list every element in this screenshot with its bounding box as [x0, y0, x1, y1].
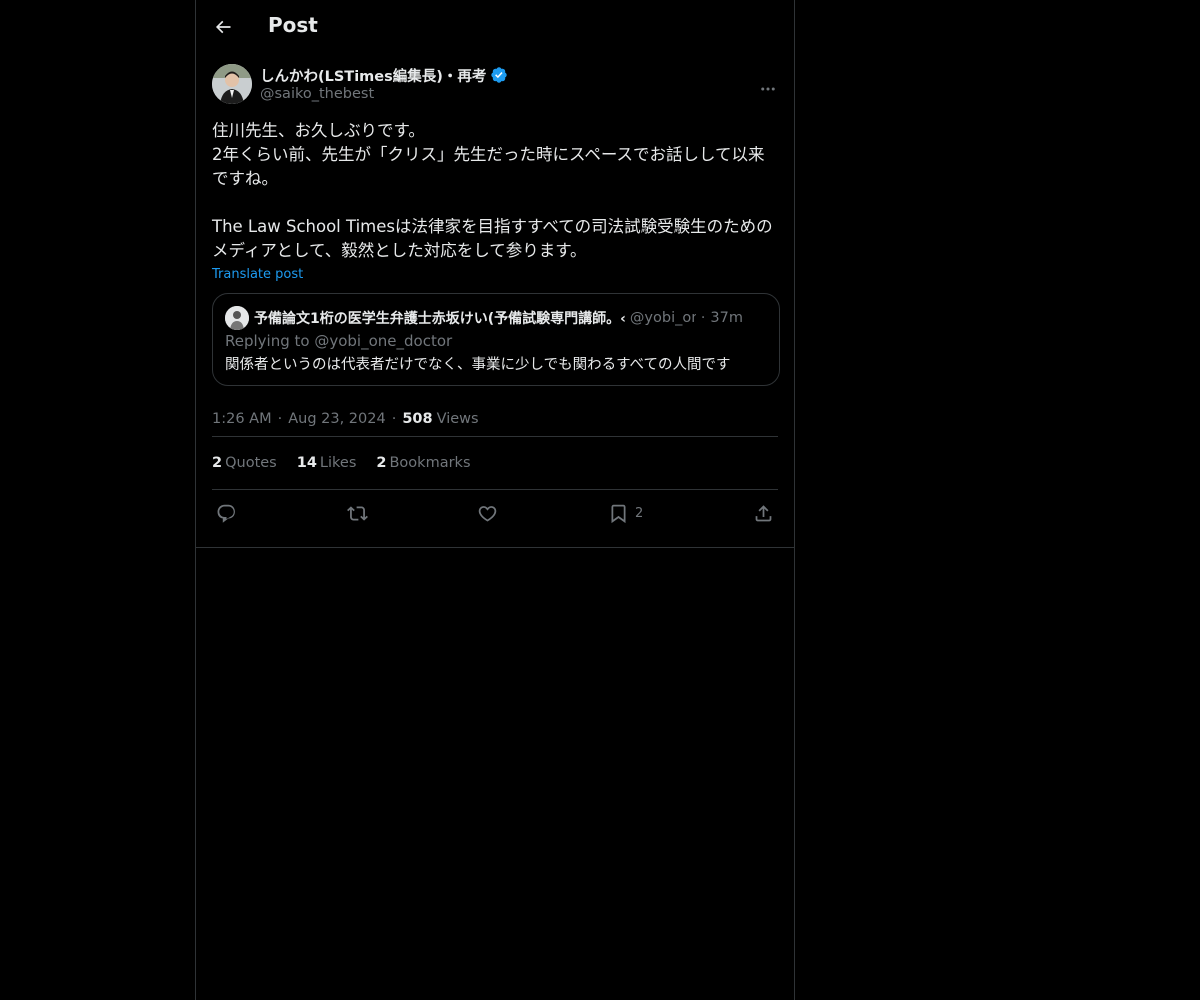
post-meta: 1:26 AM · Aug 23, 2024 · 508 Views: [212, 402, 778, 436]
more-dots-icon: [761, 87, 775, 91]
reply-button[interactable]: [216, 503, 237, 524]
quoted-post[interactable]: 予備論文1桁の医学生弁護士赤坂けい(予備試験専門講師。‹ @yobi_one_d…: [212, 293, 780, 386]
author-row: しんかわ(LSTimes編集長)・再考 @saiko_thebest: [212, 64, 778, 108]
author-display-name[interactable]: しんかわ(LSTimes編集長)・再考: [260, 65, 486, 86]
likes-label: Likes: [319, 455, 357, 471]
author-avatar[interactable]: [212, 64, 252, 104]
author-handle[interactable]: @saiko_thebest: [260, 86, 508, 102]
repost-icon: [346, 506, 368, 521]
page-title: Post: [268, 13, 318, 37]
action-bar: 2: [212, 490, 778, 537]
bookmark-count: 2: [635, 506, 644, 521]
replying-handle: @yobi_one_doctor: [314, 332, 453, 350]
bookmarks-count: 2: [376, 455, 387, 471]
engagement-stats: 2 Quotes 14 Likes 2 Bookmarks: [212, 437, 778, 489]
bookmark-icon: [611, 504, 626, 524]
post-text: 住川先生、お久しぶりです。 2年くらい前、先生が「クリス」先生だった時にスペース…: [212, 121, 773, 260]
arrow-left-icon: [215, 20, 231, 34]
share-button[interactable]: [753, 503, 774, 524]
heart-icon: [479, 506, 497, 522]
post-date[interactable]: Aug 23, 2024: [288, 411, 386, 427]
like-button[interactable]: [477, 503, 498, 524]
separator-dot: ·: [700, 310, 706, 326]
main-column: Post しんかわ(LSTimes編集長)・再考 @saiko_thebest …: [195, 0, 795, 1000]
verified-badge-icon: [491, 67, 508, 83]
bookmarks-stat[interactable]: 2 Bookmarks: [376, 455, 470, 471]
post-time[interactable]: 1:26 AM: [212, 411, 272, 427]
quoted-post-time: 37m: [710, 310, 743, 326]
quotes-stat[interactable]: 2 Quotes: [212, 455, 277, 471]
views-label: Views: [436, 411, 479, 427]
views-count: 508: [402, 411, 433, 427]
separator-dot: ·: [391, 411, 397, 427]
quoted-post-text: 関係者というのは代表者だけでなく、事業に少しでも関わるすべての人間です: [225, 357, 731, 373]
bookmark-button[interactable]: 2: [608, 503, 643, 524]
quotes-count: 2: [212, 455, 223, 471]
quoted-replying-to: Replying to @yobi_one_doctor: [225, 332, 767, 350]
quoted-author-handle: @yobi_one_doctor: [629, 310, 696, 326]
page-header: Post: [196, 0, 794, 53]
share-icon: [755, 505, 772, 522]
likes-stat[interactable]: 14 Likes: [297, 455, 357, 471]
avatar-image: [212, 64, 252, 104]
bookmarks-label: Bookmarks: [389, 455, 471, 471]
post: しんかわ(LSTimes編集長)・再考 @saiko_thebest 住川先生、…: [196, 64, 794, 537]
quoted-author-name: 予備論文1桁の医学生弁護士赤坂けい(予備試験専門講師。‹: [254, 311, 626, 327]
replying-prefix: Replying to: [225, 332, 315, 350]
reply-icon: [217, 504, 235, 523]
quotes-label: Quotes: [225, 455, 277, 471]
likes-count: 14: [296, 455, 317, 471]
back-button[interactable]: [206, 10, 240, 44]
repost-button[interactable]: [346, 503, 368, 524]
translate-post-link[interactable]: Translate post: [212, 267, 303, 282]
divider: [196, 547, 794, 548]
quoted-author-avatar: [225, 306, 249, 330]
separator-dot: ·: [277, 411, 283, 427]
more-options-button[interactable]: [758, 79, 778, 99]
